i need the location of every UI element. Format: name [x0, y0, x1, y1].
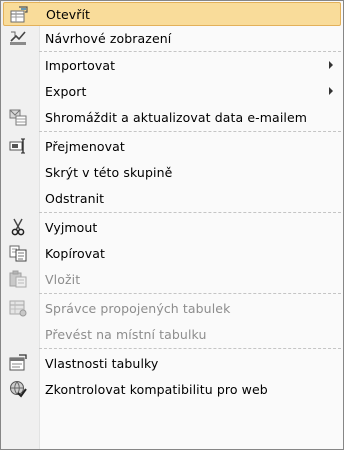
menu-item-hide-in-group[interactable]: Skrýt v této skupině: [1, 160, 343, 184]
menu-item-import[interactable]: Importovat: [1, 53, 343, 77]
menu-item-collect-data[interactable]: Shromáždit a aktualizovat data e-mailem: [1, 105, 343, 129]
menu-item-label: Správce propojených tabulek: [45, 300, 231, 316]
menu-item-linked-table-manager[interactable]: Správce propojených tabulek: [1, 296, 343, 320]
menu-item-check-web-compatibility[interactable]: Zkontrolovat kompatibilitu pro web: [1, 377, 343, 401]
context-menu: Otevřít Návrhové zobrazení Importovat Ex…: [0, 0, 344, 450]
paste-icon: [9, 270, 27, 288]
submenu-arrow-icon: [329, 61, 333, 69]
menu-item-label: Vyjmout: [45, 219, 98, 235]
open-table-icon: [10, 6, 28, 24]
menu-item-delete[interactable]: Odstranit: [1, 186, 343, 210]
table-properties-icon: [9, 354, 27, 372]
menu-item-rename[interactable]: Přejmenovat: [1, 134, 343, 158]
rename-icon: [9, 137, 27, 155]
menu-item-open[interactable]: Otevřít: [3, 2, 341, 26]
menu-item-label: Kopírovat: [45, 245, 106, 261]
check-web-compatibility-icon: [9, 380, 27, 398]
menu-separator: [39, 131, 341, 132]
menu-item-label: Návrhové zobrazení: [45, 30, 172, 46]
collect-data-email-icon: [9, 108, 27, 126]
menu-item-label: Vložit: [45, 271, 81, 287]
menu-item-copy[interactable]: Kopírovat: [1, 241, 343, 265]
menu-item-label: Zkontrolovat kompatibilitu pro web: [45, 381, 268, 397]
menu-separator: [39, 348, 341, 349]
menu-item-cut[interactable]: Vyjmout: [1, 215, 343, 239]
menu-item-paste[interactable]: Vložit: [1, 267, 343, 291]
menu-item-convert-to-local[interactable]: Převést na místní tabulku: [1, 322, 343, 346]
menu-item-label: Skrýt v této skupině: [45, 164, 173, 180]
menu-item-label: Odstranit: [45, 190, 105, 206]
menu-item-design-view[interactable]: Návrhové zobrazení: [1, 26, 343, 50]
menu-item-label: Přejmenovat: [45, 138, 125, 154]
menu-item-label: Otevřít: [46, 6, 91, 22]
menu-item-table-properties[interactable]: Vlastnosti tabulky: [1, 351, 343, 375]
menu-item-label: Převést na místní tabulku: [45, 326, 207, 342]
menu-item-label: Vlastnosti tabulky: [45, 355, 159, 371]
submenu-arrow-icon: [329, 87, 333, 95]
cut-icon: [9, 218, 27, 236]
design-view-icon: [9, 29, 27, 47]
menu-separator: [39, 51, 341, 52]
menu-separator: [39, 212, 341, 213]
menu-item-label: Export: [45, 83, 87, 99]
menu-item-label: Shromáždit a aktualizovat data e-mailem: [45, 109, 308, 125]
menu-separator: [39, 293, 341, 294]
menu-item-export[interactable]: Export: [1, 79, 343, 103]
copy-icon: [9, 244, 27, 262]
linked-table-manager-icon: [9, 299, 27, 317]
menu-item-label: Importovat: [45, 57, 116, 73]
